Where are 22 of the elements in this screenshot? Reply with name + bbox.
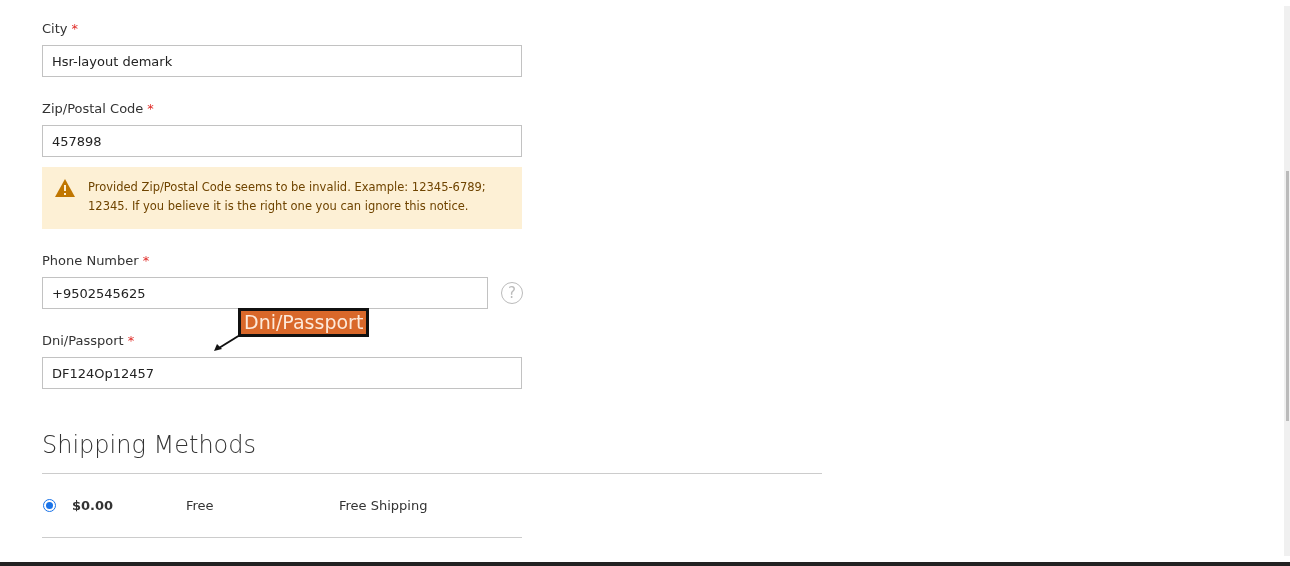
field-label: Dni/Passport [42, 333, 124, 348]
notice-text: Provided Zip/Postal Code seems to be invalid. Example: 12345-6789; 12345. If you believe it is the right one you can ignore this notice. [88, 179, 487, 215]
required-asterisk: * [71, 21, 78, 36]
field-label: Zip/Postal Code [42, 101, 144, 116]
section-heading: Shipping Methods [42, 431, 257, 459]
warning-icon [54, 178, 76, 198]
annotation-label: Dni/Passport [238, 308, 370, 337]
arrow-icon [213, 334, 241, 352]
text-field[interactable]: DF124Op12457 [42, 357, 522, 389]
text-field[interactable]: Hsr-layout demark [42, 45, 522, 77]
required-asterisk: * [142, 253, 150, 268]
radio-button[interactable] [43, 499, 56, 512]
text-field[interactable]: 457898 [42, 125, 522, 157]
method-name: Free [186, 498, 215, 513]
field-label: City [42, 21, 68, 36]
text-field[interactable]: +9502545625 [42, 277, 488, 309]
field-label: Phone Number [42, 253, 139, 268]
required-asterisk: * [127, 333, 135, 348]
carrier-name: Free Shipping [339, 498, 428, 513]
required-asterisk: * [147, 101, 154, 116]
price: $0.00 [72, 498, 115, 513]
scrollbar[interactable] [1284, 6, 1290, 556]
